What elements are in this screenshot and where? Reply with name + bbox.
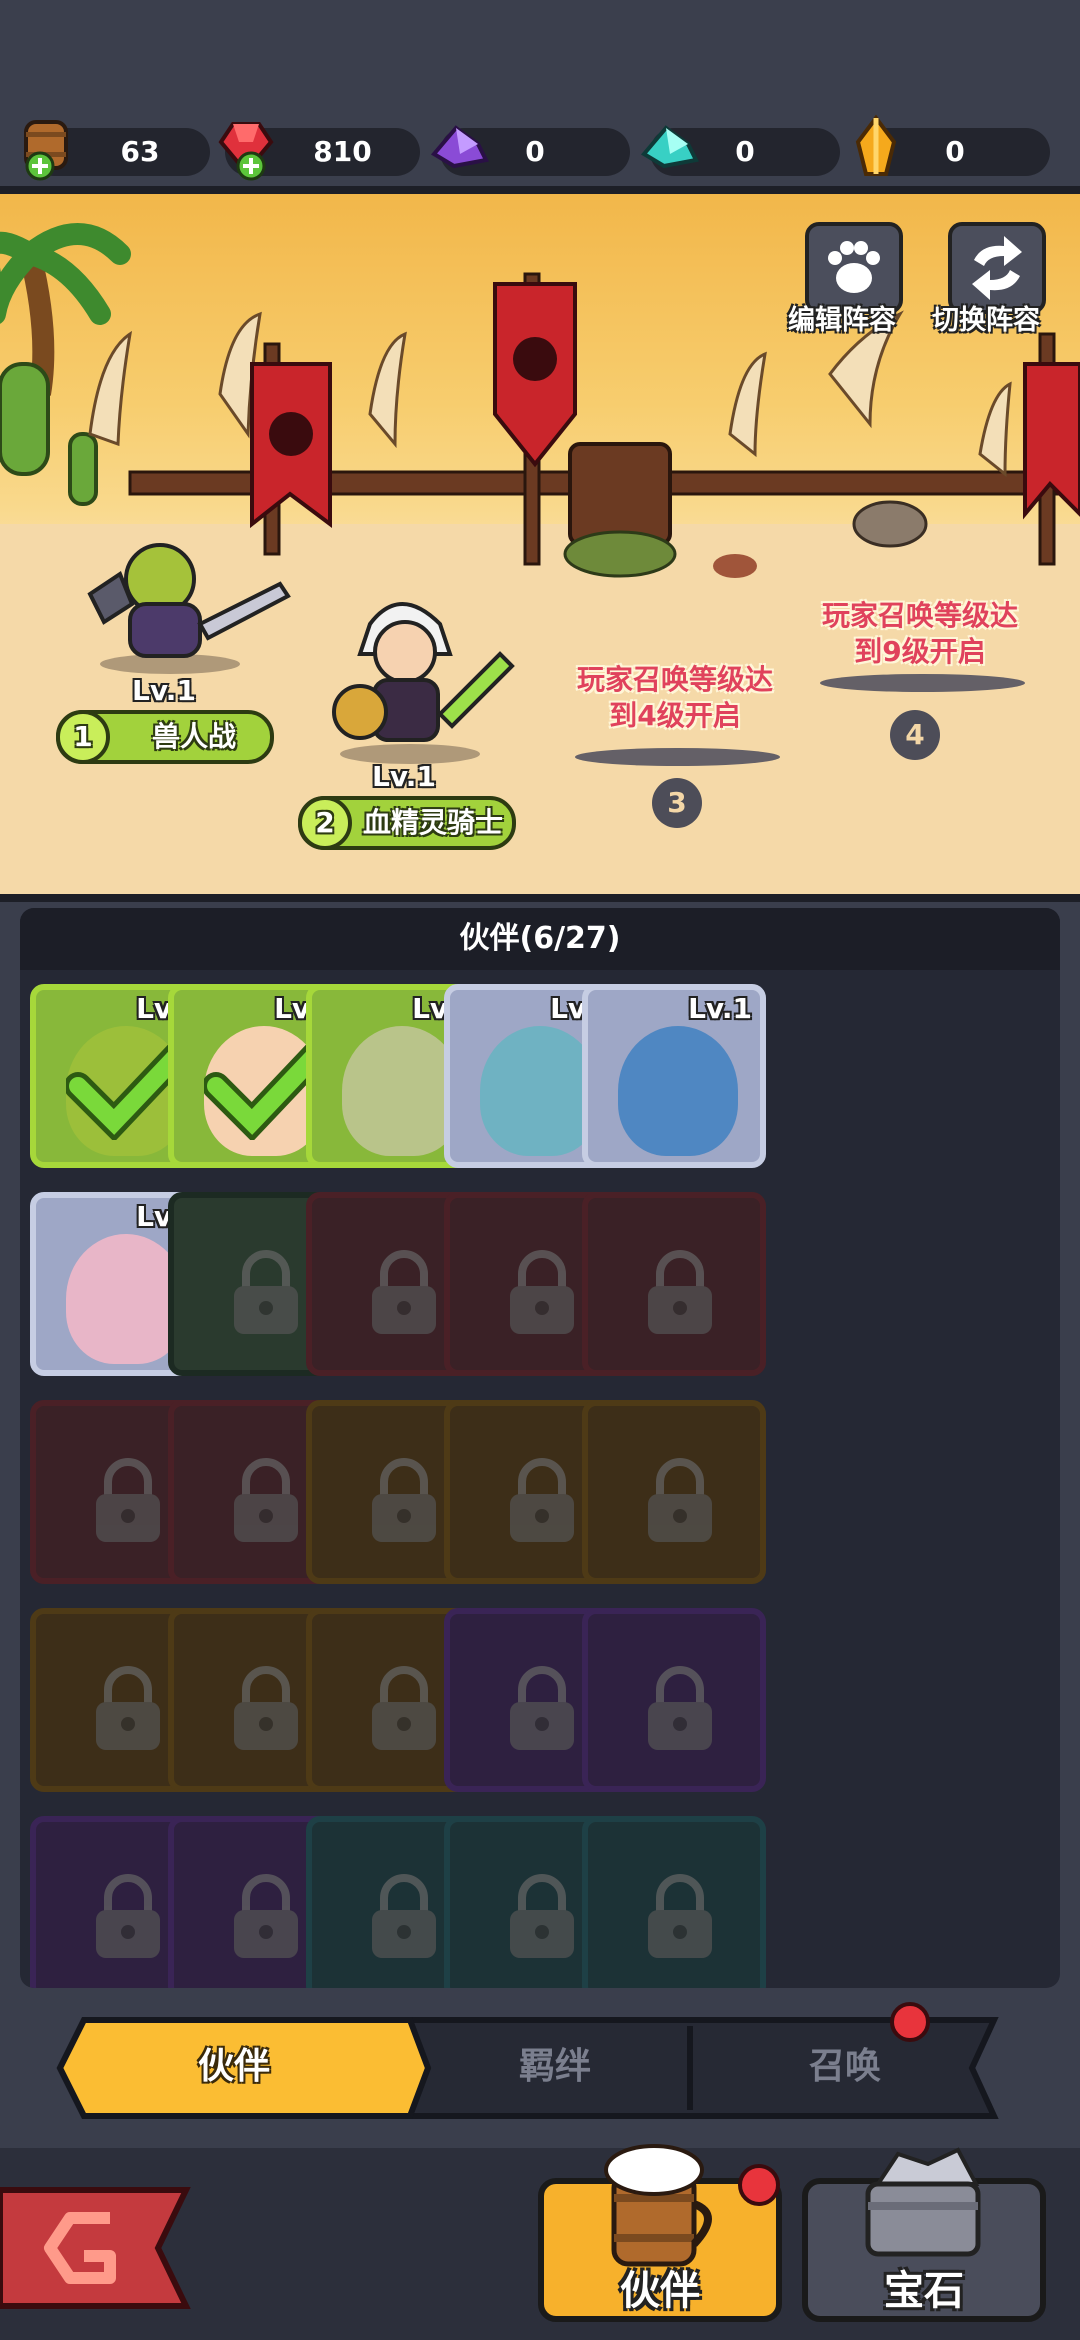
slot-3-hint-line1: 玩家召唤等级达 — [576, 663, 773, 696]
slot-3-platform[interactable] — [575, 748, 780, 766]
slot-4-unlock-hint: 玩家召唤等级达 到9级开启 — [790, 598, 1050, 670]
lock-icon — [648, 1666, 712, 1750]
lock-icon — [372, 1250, 436, 1334]
switch-formation-label: 切换阵容 — [932, 305, 1040, 336]
hero-2-slot-number: 2 — [298, 796, 352, 850]
resource-purple-crystal-value: 0 — [525, 135, 545, 168]
hero-2-level: Lv.1 — [372, 760, 436, 793]
lock-icon — [648, 1874, 712, 1958]
resource-ruby[interactable]: 810 — [218, 122, 420, 181]
tab-summon[interactable]: 召唤 — [700, 2022, 990, 2112]
lock-icon — [648, 1458, 712, 1542]
slot-3-hint-line2: 到4级开启 — [609, 699, 741, 732]
lock-icon — [372, 1458, 436, 1542]
partner-card-locked[interactable] — [582, 1400, 766, 1584]
card-level: Lv.1 — [688, 992, 752, 1025]
partner-panel-title: 伙伴(6/27) — [20, 908, 1060, 970]
resource-cyan-crystal-value: 0 — [735, 135, 755, 168]
formation-scene: 编辑阵容 切换阵容 Lv.1 1 兽人战 Lv.1 2 血精灵骑士 玩家召唤等级… — [0, 194, 1080, 894]
slot-4-number: 4 — [890, 710, 940, 760]
lock-icon — [510, 1250, 574, 1334]
tab-partner[interactable]: 伙伴 — [84, 2022, 384, 2112]
lock-icon — [234, 1666, 298, 1750]
partner-card-goblin[interactable]: Lv.1 — [582, 984, 766, 1168]
nav-gem-button[interactable]: 宝石 — [802, 2147, 1046, 2322]
lock-icon — [510, 1874, 574, 1958]
orc-warrior-sprite[interactable] — [60, 534, 300, 674]
gem-cart-icon — [865, 2147, 981, 2257]
summon-notification-dot — [890, 2002, 930, 2042]
tab-bond[interactable]: 羁绊 — [430, 2022, 680, 2112]
nav-partner-notification-dot — [738, 2164, 780, 2206]
lock-icon — [234, 1458, 298, 1542]
hero-1-label[interactable]: 1 兽人战 — [56, 710, 274, 764]
resource-barrel[interactable]: 63 — [24, 120, 210, 181]
top-divider — [0, 186, 1080, 194]
lock-icon — [96, 1666, 160, 1750]
bottom-nav: 伙伴 宝石 — [0, 2144, 1080, 2340]
partner-card-locked[interactable] — [582, 1608, 766, 1792]
resource-purple-crystal[interactable]: 0 — [430, 125, 630, 176]
back-button[interactable] — [0, 2178, 200, 2318]
lock-icon — [372, 1666, 436, 1750]
resource-amber[interactable]: 0 — [855, 114, 1050, 176]
beer-mug-icon — [604, 2144, 712, 2267]
scene-divider — [0, 894, 1080, 902]
slot-4-platform[interactable] — [820, 674, 1025, 692]
nav-gem-label: 宝石 — [884, 2268, 964, 2314]
hero-1-name: 兽人战 — [151, 720, 236, 753]
partner-card-locked[interactable] — [582, 1192, 766, 1376]
partner-card-locked[interactable] — [582, 1816, 766, 1988]
lock-icon — [510, 1666, 574, 1750]
slot-4-hint-line2: 到9级开启 — [854, 635, 986, 668]
lock-icon — [234, 1250, 298, 1334]
edit-formation-label: 编辑阵容 — [788, 305, 896, 336]
slot-3-number: 3 — [652, 778, 702, 828]
hero-2-name: 血精灵骑士 — [362, 806, 503, 839]
lock-icon — [372, 1874, 436, 1958]
lock-icon — [234, 1874, 298, 1958]
resource-amber-value: 0 — [945, 135, 965, 168]
resource-cyan-crystal[interactable]: 0 — [640, 125, 840, 176]
slot-4-hint-line1: 玩家召唤等级达 — [821, 599, 1018, 632]
blood-elf-knight-sprite[interactable] — [300, 594, 540, 764]
lock-icon — [510, 1458, 574, 1542]
hero-1-slot-number: 1 — [56, 710, 110, 764]
lock-icon — [96, 1458, 160, 1542]
hero-2-label[interactable]: 2 血精灵骑士 — [298, 796, 516, 850]
slot-3-unlock-hint: 玩家召唤等级达 到4级开启 — [545, 662, 805, 734]
lock-icon — [96, 1874, 160, 1958]
hero-1-level: Lv.1 — [132, 674, 196, 707]
resource-barrel-value: 63 — [120, 135, 160, 168]
partner-panel: 伙伴(6/27) Lv.1 Lv.1 Lv.1 Lv.1 Lv.1 Lv.1 — [20, 908, 1060, 1988]
nav-partner-label: 伙伴 — [620, 2268, 700, 2314]
goblin-portrait — [618, 1026, 738, 1156]
lock-icon — [648, 1250, 712, 1334]
resource-bar: 63 810 0 0 0 — [0, 0, 1080, 190]
resource-ruby-value: 810 — [313, 135, 372, 168]
